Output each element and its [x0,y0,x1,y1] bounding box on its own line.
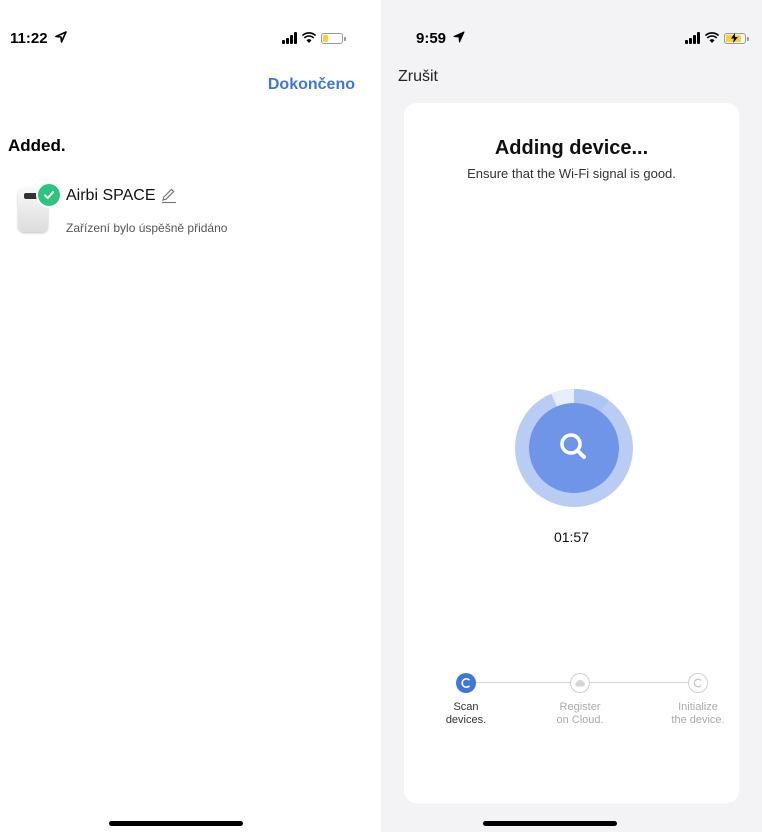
device-status-text: Zařízení bylo úspěšně přidáno [66,221,228,235]
initialize-icon [693,678,702,688]
checkmark-icon [36,182,62,208]
adding-device-card: Adding device... Ensure that the Wi-Fi s… [404,103,739,803]
step-initialize-dot [688,673,708,693]
wifi-icon [302,32,316,43]
home-indicator[interactable] [109,821,243,826]
cancel-button[interactable]: Zrušit [398,68,438,86]
countdown-timer: 01:57 [553,529,590,545]
scan-icon [461,678,471,688]
step-register-label-line2: on Cloud. [556,714,604,726]
step-register-label-line1: Register [559,701,601,713]
cloud-icon [575,679,585,687]
card-title: Adding device... [494,137,649,159]
step-scan-dot [456,673,476,693]
step-scan-label: Scan devices. [421,701,511,727]
device-name: Airbi SPACE [66,187,156,204]
status-time: 9:59 [416,30,465,47]
step-register-dot [570,673,590,693]
battery-icon [321,32,346,44]
step-register-label: Register on Cloud. [535,701,625,727]
location-arrow-icon [453,31,465,43]
status-icons [282,30,346,46]
device-row[interactable]: Airbi SPACE Zařízení bylo úspěšně přidán… [12,180,372,240]
step-scan-label-line1: Scan [453,701,479,713]
bolt-icon [731,32,738,43]
left-screen: 11:22 Dokončeno Added. Airbi SPACE Zaříz… [0,0,381,832]
signal-icon [282,32,297,44]
status-time: 11:22 [10,30,67,47]
done-button[interactable]: Dokončeno [268,76,355,94]
signal-icon [685,32,700,44]
home-indicator[interactable] [483,821,617,826]
step-initialize-label-line2: the device. [671,714,725,726]
status-icons [685,30,749,46]
page-title: Added. [8,136,66,155]
card-subtitle: Ensure that the Wi-Fi signal is good. [467,166,676,181]
step-scan-label-line2: devices. [445,714,487,726]
right-screen: 9:59 Zrušit Adding device... Ensure that… [381,0,762,832]
step-initialize-label: Initialize the device. [653,701,743,727]
battery-level [323,34,328,42]
battery-charging-icon [724,32,749,44]
wifi-icon [705,32,719,43]
step-initialize-label-line1: Initialize [678,701,718,713]
pencil-icon[interactable] [160,186,178,204]
scan-progress-ring [515,389,633,507]
location-arrow-icon [54,31,67,43]
